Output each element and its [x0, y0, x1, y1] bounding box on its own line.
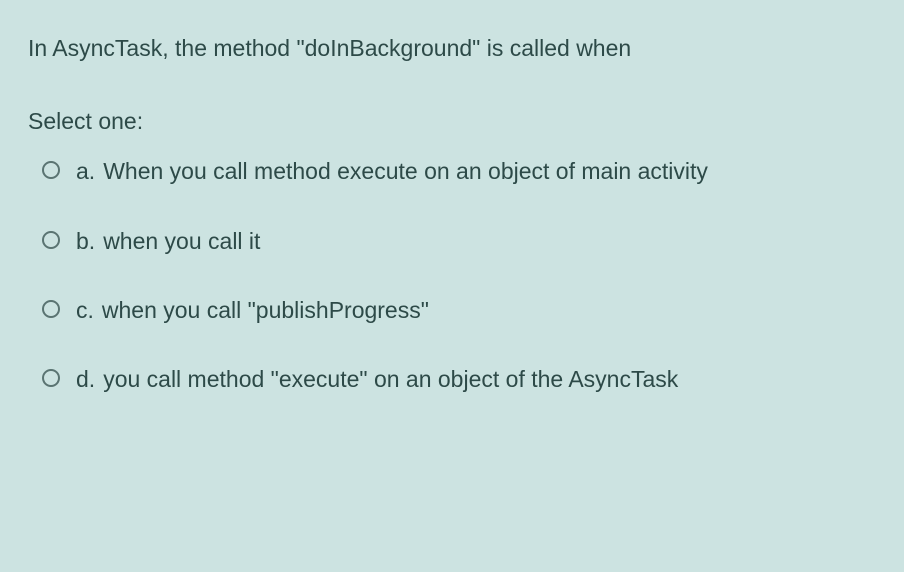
option-letter: c. — [76, 294, 94, 327]
option-c[interactable]: c. when you call "publishProgress" — [42, 294, 876, 327]
option-b[interactable]: b. when you call it — [42, 225, 876, 258]
option-letter: d. — [76, 363, 95, 396]
option-d[interactable]: d. you call method "execute" on an objec… — [42, 363, 876, 396]
option-text: when you call it — [103, 225, 260, 258]
radio-icon — [42, 231, 60, 249]
option-content: b. when you call it — [76, 225, 260, 258]
option-a[interactable]: a. When you call method execute on an ob… — [42, 155, 876, 188]
options-list: a. When you call method execute on an ob… — [28, 155, 876, 396]
radio-icon — [42, 161, 60, 179]
option-content: c. when you call "publishProgress" — [76, 294, 429, 327]
radio-icon — [42, 300, 60, 318]
option-content: d. you call method "execute" on an objec… — [76, 363, 678, 396]
option-text: when you call "publishProgress" — [102, 294, 429, 327]
option-text: When you call method execute on an objec… — [103, 155, 708, 188]
option-content: a. When you call method execute on an ob… — [76, 155, 708, 188]
option-letter: b. — [76, 225, 95, 258]
option-letter: a. — [76, 155, 95, 188]
radio-icon — [42, 369, 60, 387]
select-one-label: Select one: — [28, 108, 876, 135]
option-text: you call method "execute" on an object o… — [103, 363, 678, 396]
question-text: In AsyncTask, the method "doInBackground… — [28, 32, 876, 64]
